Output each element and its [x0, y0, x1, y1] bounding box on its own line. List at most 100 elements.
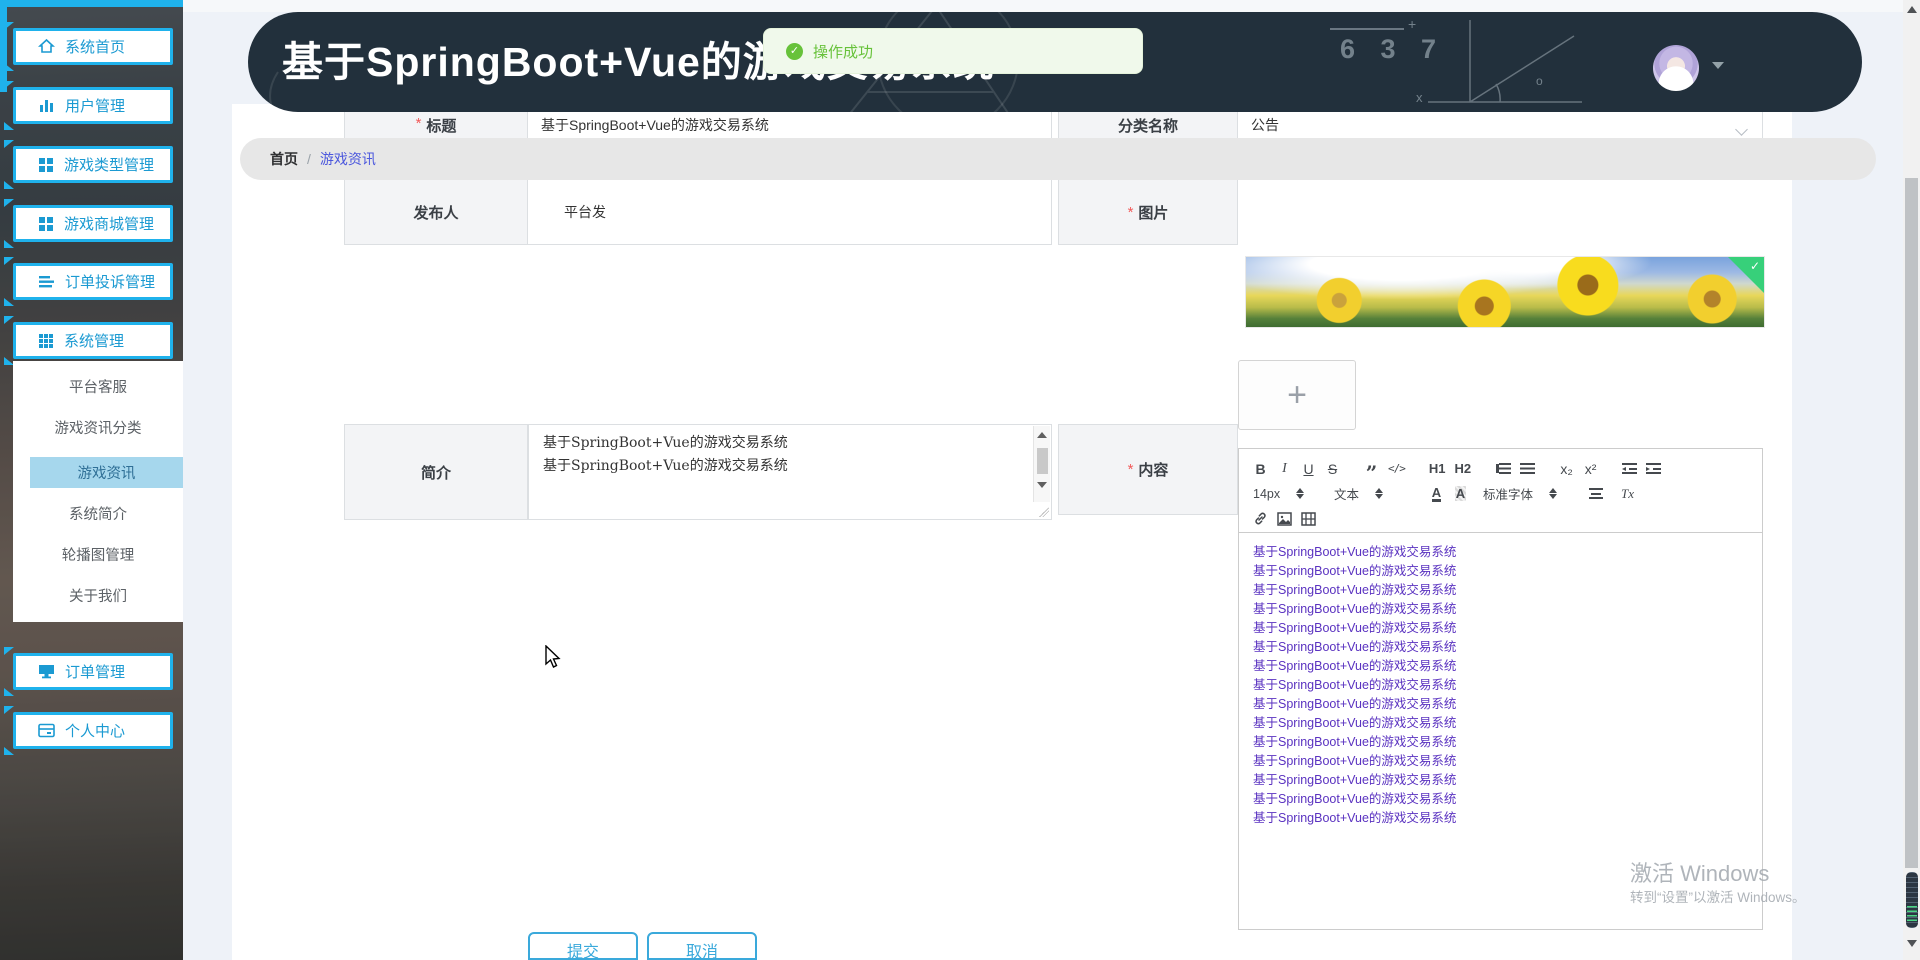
- sidebar-item-users[interactable]: 用户管理: [4, 81, 173, 130]
- toolbar-row-1: B I U S ” </> H1 H2 x₂ x²: [1253, 456, 1752, 483]
- required-asterisk: *: [1127, 203, 1134, 221]
- strikethrough-button[interactable]: S: [1325, 461, 1340, 477]
- editor-line: 基于SpringBoot+Vue的游戏交易系统: [1253, 697, 1457, 711]
- textarea-scrollbar[interactable]: [1033, 426, 1050, 502]
- text-color-button[interactable]: A: [1431, 486, 1442, 502]
- editor-line: 基于SpringBoot+Vue的游戏交易系统: [1253, 545, 1457, 559]
- scroll-up-icon[interactable]: [1037, 432, 1047, 438]
- field-label-image: * 图片: [1058, 179, 1238, 245]
- required-asterisk: *: [1127, 461, 1134, 478]
- submenu-item-game-news[interactable]: 游戏资讯: [30, 457, 183, 488]
- windows-activation-subtext: 转到“设置”以激活 Windows。: [1630, 890, 1806, 905]
- sidebar-item-order-mgmt[interactable]: 订单管理: [4, 647, 173, 696]
- field-label-text: 图片: [1138, 204, 1169, 222]
- sidebar-submenu: 平台客服 游戏资讯分类 游戏资讯 系统简介 轮播图管理 关于我们: [13, 361, 183, 622]
- editor-toolbar: B I U S ” </> H1 H2 x₂ x² 14px 文本 A A 标准…: [1239, 449, 1762, 533]
- superscript-button[interactable]: x²: [1583, 461, 1598, 477]
- breadcrumb-current[interactable]: 游戏资讯: [320, 149, 376, 169]
- scrollbar-thumb[interactable]: [1037, 448, 1048, 474]
- windows-activation-watermark: 激活 Windows: [1630, 861, 1770, 886]
- submenu-item-news-category[interactable]: 游戏资讯分类: [13, 412, 183, 443]
- scrollbar-thumb[interactable]: [1905, 178, 1918, 868]
- image-preview[interactable]: ✓: [1245, 256, 1765, 328]
- avatar[interactable]: [1653, 45, 1699, 91]
- submenu-item-platform-service[interactable]: 平台客服: [13, 371, 183, 402]
- field-label-text: 内容: [1138, 462, 1169, 479]
- blockquote-button[interactable]: ”: [1364, 460, 1379, 483]
- title-value: 基于SpringBoot+Vue的游戏交易系统: [541, 117, 769, 133]
- scroll-up-icon[interactable]: [1906, 6, 1917, 13]
- card-icon: [38, 723, 55, 738]
- editor-line: 基于SpringBoot+Vue的游戏交易系统: [1253, 754, 1457, 768]
- scrollbar-widget[interactable]: [1905, 872, 1918, 928]
- editor-line: 基于SpringBoot+Vue的游戏交易系统: [1253, 792, 1457, 806]
- breadcrumb: 首页 / 游戏资讯: [240, 138, 1876, 180]
- intro-line: 基于SpringBoot+Vue的游戏交易系统: [543, 458, 788, 474]
- success-check-icon: ✓: [786, 42, 803, 60]
- resize-grip-icon[interactable]: [1039, 507, 1049, 517]
- header-format-select[interactable]: 文本: [1334, 484, 1420, 503]
- sidebar-item-game-types[interactable]: 游戏类型管理: [4, 140, 173, 189]
- image-icon[interactable]: [1277, 511, 1292, 526]
- clean-format-label: Tx: [1621, 485, 1634, 501]
- avatar-dropdown-icon[interactable]: [1712, 62, 1724, 69]
- video-icon[interactable]: [1301, 511, 1316, 526]
- bold-button[interactable]: B: [1253, 461, 1268, 477]
- category-value: 公告: [1251, 117, 1279, 133]
- sidebar-item-personal-center[interactable]: 个人中心: [4, 706, 173, 755]
- font-size-select[interactable]: 14px: [1253, 487, 1325, 501]
- submit-button[interactable]: 提交: [528, 932, 638, 960]
- subscript-button[interactable]: x₂: [1559, 461, 1574, 477]
- sidebar-item-home[interactable]: 系统首页: [4, 22, 173, 71]
- ordered-list-icon[interactable]: [1499, 463, 1512, 474]
- chalk-overline: [1330, 28, 1404, 30]
- highlight-color-button[interactable]: A: [1454, 486, 1467, 501]
- sidebar-item-system-mgmt[interactable]: 系统管理: [4, 316, 173, 365]
- underline-button[interactable]: U: [1301, 461, 1316, 477]
- indent-icon[interactable]: [1646, 463, 1662, 474]
- link-icon[interactable]: [1253, 511, 1268, 526]
- h2-button[interactable]: H2: [1455, 461, 1472, 476]
- sidebar-item-label: 订单管理: [65, 664, 126, 681]
- editor-line: 基于SpringBoot+Vue的游戏交易系统: [1253, 659, 1457, 673]
- h1-button[interactable]: H1: [1429, 461, 1446, 476]
- header-format-value: 文本: [1334, 488, 1360, 502]
- list-icon: [39, 276, 54, 288]
- font-family-value: 标准字体: [1483, 488, 1534, 502]
- sidebar-item-label: 系统首页: [65, 39, 126, 56]
- breadcrumb-home[interactable]: 首页: [270, 149, 298, 169]
- sidebar-item-order-complaints[interactable]: 订单投诉管理: [4, 257, 173, 306]
- image-upload-button[interactable]: +: [1238, 360, 1356, 430]
- submenu-item-carousel-mgmt[interactable]: 轮播图管理: [13, 539, 183, 570]
- scroll-down-icon[interactable]: [1037, 482, 1047, 488]
- publisher-value: 平台发: [564, 204, 606, 220]
- cancel-button[interactable]: 取消: [647, 932, 757, 960]
- chalk-theta-label: o: [1536, 74, 1543, 88]
- submenu-item-about-us[interactable]: 关于我们: [13, 580, 183, 611]
- bullet-list-icon[interactable]: [1520, 463, 1536, 474]
- chalk-plus: +: [1408, 16, 1417, 32]
- page-scrollbar[interactable]: [1903, 0, 1920, 960]
- editor-line: 基于SpringBoot+Vue的游戏交易系统: [1253, 811, 1457, 825]
- font-family-select[interactable]: 标准字体: [1483, 484, 1579, 503]
- field-label-content: * 内容: [1058, 424, 1238, 515]
- editor-line: 基于SpringBoot+Vue的游戏交易系统: [1253, 678, 1457, 692]
- intro-textarea[interactable]: 基于SpringBoot+Vue的游戏交易系统 基于SpringBoot+Vue…: [528, 424, 1052, 520]
- publisher-input[interactable]: 平台发: [528, 179, 1052, 245]
- submenu-item-system-intro[interactable]: 系统简介: [13, 498, 183, 529]
- code-button[interactable]: </>: [1388, 462, 1406, 475]
- scroll-down-icon[interactable]: [1906, 940, 1917, 947]
- editor-line: 基于SpringBoot+Vue的游戏交易系统: [1253, 583, 1457, 597]
- sidebar-item-label: 游戏商城管理: [64, 216, 155, 233]
- sidebar-item-label: 个人中心: [65, 723, 126, 740]
- chalk-x-label: x: [1416, 90, 1423, 105]
- plus-icon: +: [1287, 376, 1307, 414]
- italic-button[interactable]: I: [1277, 461, 1292, 477]
- chevron-down-icon: [1735, 123, 1748, 136]
- select-arrows-icon: [1549, 488, 1558, 499]
- editor-line: 基于SpringBoot+Vue的游戏交易系统: [1253, 735, 1457, 749]
- align-icon[interactable]: [1588, 488, 1603, 499]
- outdent-icon[interactable]: [1622, 463, 1638, 474]
- sidebar-item-game-mall[interactable]: 游戏商城管理: [4, 199, 173, 248]
- clean-format-button[interactable]: Tx: [1620, 486, 1635, 502]
